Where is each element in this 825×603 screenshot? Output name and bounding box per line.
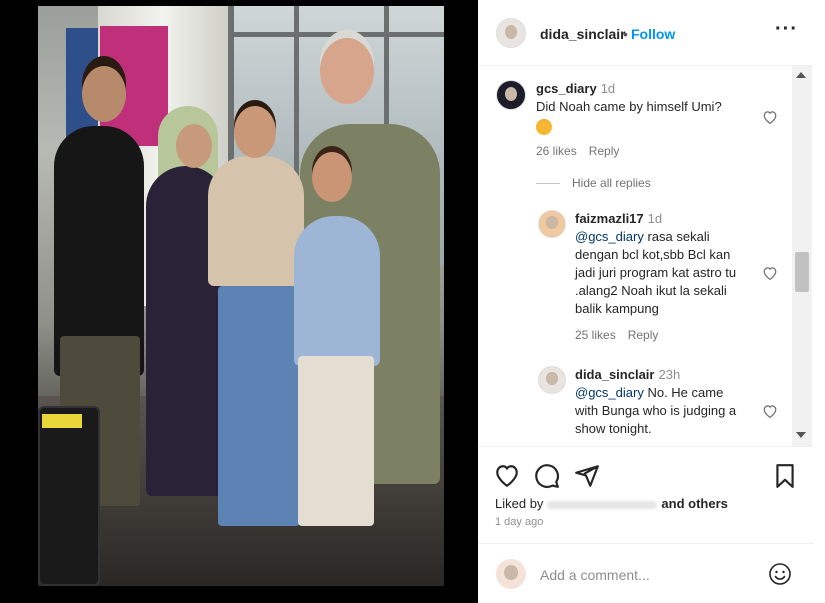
comment-username[interactable]: gcs_diary xyxy=(536,81,597,96)
post-header: dida_sinclair • Follow ··· xyxy=(478,0,814,66)
current-user-avatar xyxy=(496,559,526,589)
reply-like-heart-icon[interactable] xyxy=(762,404,778,418)
person-girl-head xyxy=(234,106,276,158)
comment-text: Did Noah came by himself Umi? xyxy=(536,99,722,114)
person-woman-head xyxy=(176,124,212,168)
share-icon[interactable] xyxy=(574,463,600,489)
reply-mention[interactable]: @gcs_diary xyxy=(575,229,644,244)
emoji-icon-inline xyxy=(536,119,552,135)
reply-meta: 25 likes Reply xyxy=(575,328,670,342)
reply-mention[interactable]: @gcs_diary xyxy=(575,385,644,400)
liked-by-label: Liked by xyxy=(495,496,544,511)
add-comment-input[interactable]: Add a comment... xyxy=(540,567,650,583)
heart-icon[interactable] xyxy=(494,463,520,489)
person-girl-torso xyxy=(208,156,304,286)
reply-avatar[interactable] xyxy=(538,366,566,394)
comment-item: gcs_diary 1d Did Noah came by himself Umi… xyxy=(536,80,766,137)
post-details-pane: dida_sinclair • Follow ··· gcs_diary 1d D… xyxy=(478,0,825,603)
reply-username[interactable]: dida_sinclair xyxy=(575,367,654,382)
person-child-shirt xyxy=(294,216,380,366)
follow-button[interactable]: Follow xyxy=(631,26,675,42)
comment-meta: 26 likes Reply xyxy=(536,144,631,158)
divider xyxy=(478,446,814,447)
scroll-down-icon[interactable] xyxy=(796,432,806,438)
post-date[interactable]: 1 day ago xyxy=(495,516,543,528)
author-username[interactable]: dida_sinclair xyxy=(540,26,626,42)
reply-time: 23h xyxy=(658,367,681,382)
header-separator: • xyxy=(623,26,628,42)
comment-icon[interactable] xyxy=(534,463,560,489)
bookmark-icon[interactable] xyxy=(772,463,798,489)
comment-like-heart-icon[interactable] xyxy=(762,110,778,124)
reply-text-line: .alang2 Noah ikut la sekali xyxy=(575,283,727,298)
reply-avatar[interactable] xyxy=(538,210,566,238)
reply-text-line: jadi juri program kat astro tu xyxy=(575,265,737,280)
reply-text-line: No. He came xyxy=(643,385,724,400)
suitcase xyxy=(38,406,100,586)
person-girl-jeans xyxy=(218,286,300,526)
reply-time: 1d xyxy=(647,211,663,226)
reply-username[interactable]: faizmazli17 xyxy=(575,211,644,226)
reply-text-line: rasa sekali xyxy=(643,229,710,244)
comments-scrollbar[interactable] xyxy=(792,66,812,446)
emoji-icon[interactable] xyxy=(768,562,792,586)
reply-item: dida_sinclair 23h @gcs_diary No. He came … xyxy=(575,366,785,438)
reply-likes[interactable]: 25 likes xyxy=(575,328,616,342)
comment-avatar[interactable] xyxy=(496,80,526,110)
scrollbar-thumb[interactable] xyxy=(795,252,809,292)
reply-item: faizmazli17 1d @gcs_diary rasa sekali den… xyxy=(575,210,785,318)
author-avatar[interactable] xyxy=(496,18,526,48)
liked-by-others[interactable]: and others xyxy=(661,496,727,511)
comments-list[interactable]: gcs_diary 1d Did Noah came by himself Umi… xyxy=(478,66,814,446)
post-media-pane xyxy=(0,0,478,603)
more-options-icon[interactable]: ··· xyxy=(775,18,798,41)
person-child-head xyxy=(312,152,352,202)
post-actions xyxy=(478,455,814,491)
post-photo[interactable] xyxy=(38,6,444,586)
divider xyxy=(478,543,814,544)
suitcase-tag xyxy=(42,414,82,428)
person-child-pants xyxy=(298,356,374,526)
reply-text-line: show tonight. xyxy=(575,421,652,436)
liked-by-redacted xyxy=(547,500,658,509)
person-man-head xyxy=(320,38,374,104)
person-boy-head xyxy=(82,66,126,122)
comment-time: 1d xyxy=(600,81,616,96)
comment-reply-button[interactable]: Reply xyxy=(589,144,620,158)
scroll-up-icon[interactable] xyxy=(796,72,806,78)
reply-like-heart-icon[interactable] xyxy=(762,266,778,280)
reply-text-line: balik kampung xyxy=(575,301,659,316)
liked-by: Liked by and others xyxy=(495,496,728,511)
hide-replies-button[interactable]: Hide all replies xyxy=(536,176,651,190)
comment-likes[interactable]: 26 likes xyxy=(536,144,577,158)
reply-text-line: dengan bcl kot,sbb Bcl kan xyxy=(575,247,731,262)
reply-reply-button[interactable]: Reply xyxy=(628,328,659,342)
reply-text-line: with Bunga who is judging a xyxy=(575,403,737,418)
